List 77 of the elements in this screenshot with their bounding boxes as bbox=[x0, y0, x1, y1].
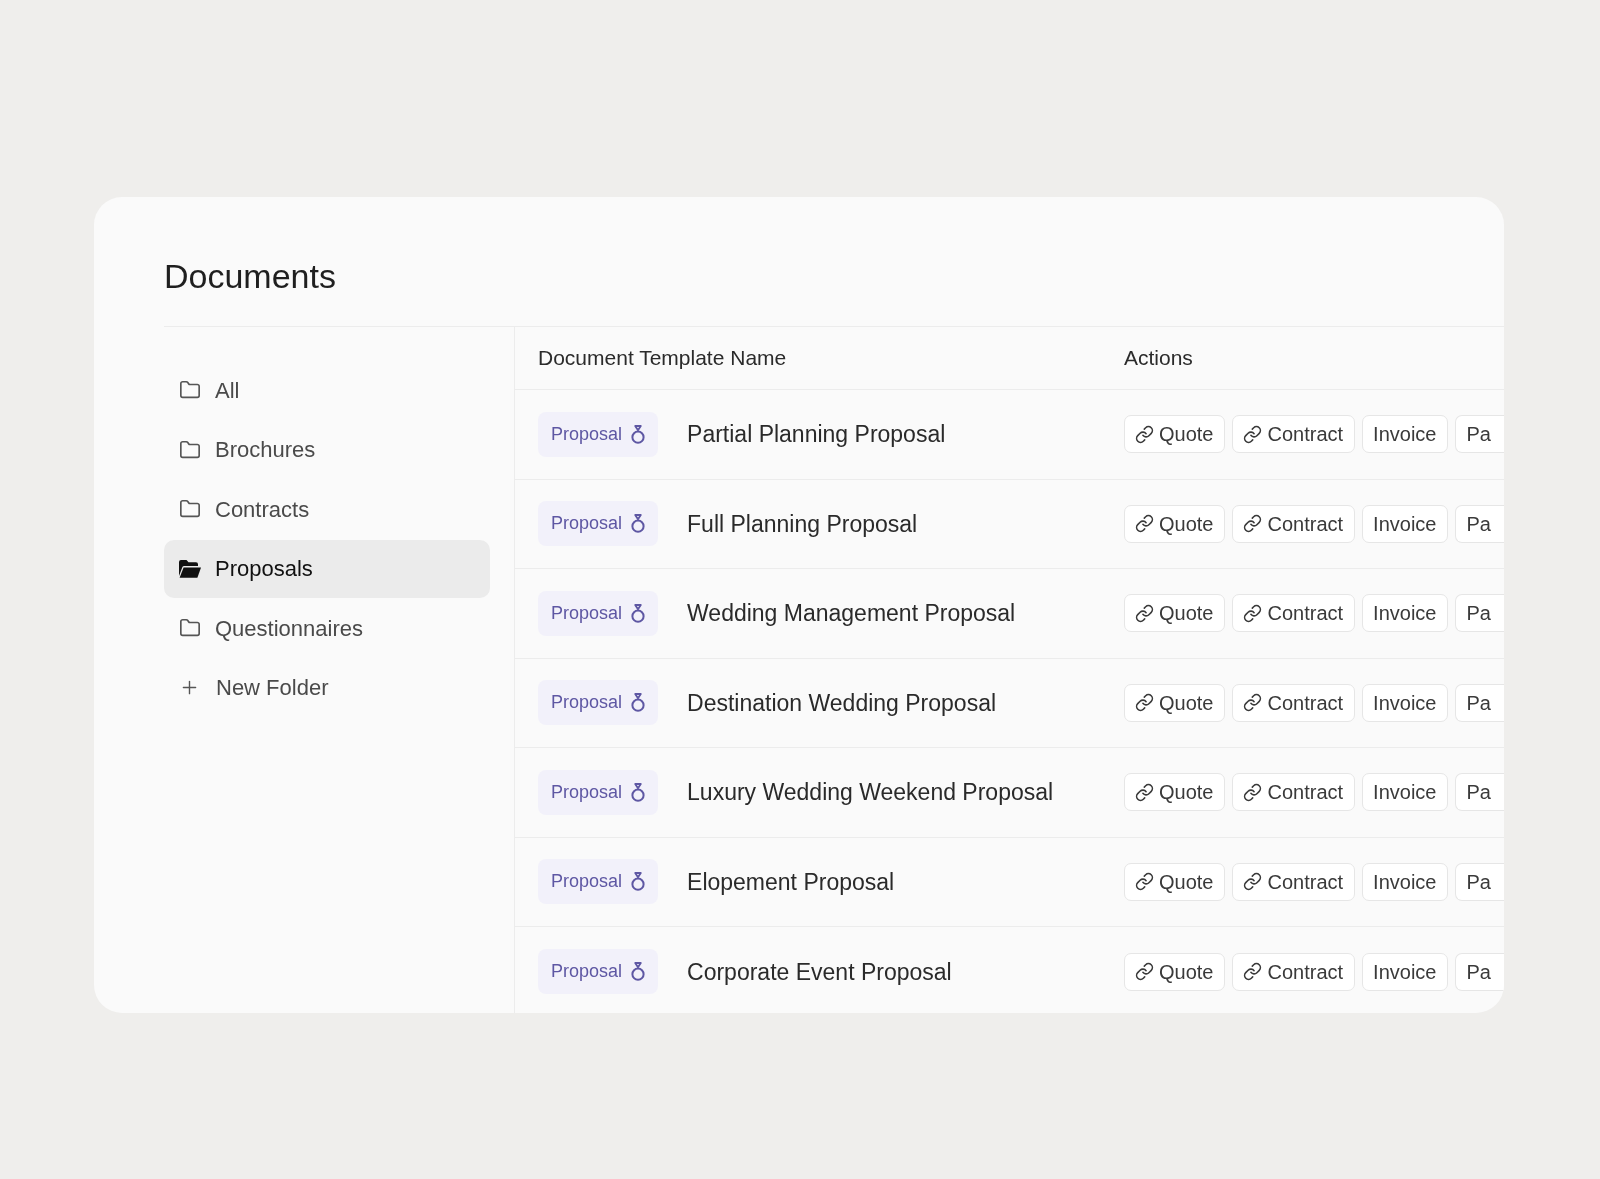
template-name: Corporate Event Proposal bbox=[687, 957, 952, 987]
folder-item[interactable]: Brochures bbox=[164, 420, 490, 479]
link-icon bbox=[1243, 514, 1263, 534]
action-button[interactable]: Contract bbox=[1232, 594, 1356, 633]
ring-icon bbox=[631, 424, 646, 444]
tag-label: Proposal bbox=[551, 691, 623, 715]
action-button[interactable]: Contract bbox=[1232, 862, 1356, 901]
action-button[interactable]: Pa bbox=[1455, 952, 1504, 991]
ring-icon bbox=[631, 782, 646, 802]
template-name: Full Planning Proposal bbox=[687, 509, 918, 539]
link-icon bbox=[1135, 872, 1154, 892]
folder-item[interactable]: Questionnaires bbox=[164, 599, 490, 657]
action-button[interactable]: Contract bbox=[1232, 773, 1356, 812]
link-icon bbox=[1243, 782, 1263, 802]
action-button[interactable]: Contract bbox=[1232, 415, 1356, 454]
link-icon bbox=[1135, 962, 1154, 982]
link-icon bbox=[1243, 693, 1263, 713]
action-button[interactable]: Contract bbox=[1232, 683, 1356, 722]
action-button[interactable]: Invoice bbox=[1362, 862, 1449, 901]
action-button[interactable]: Quote bbox=[1124, 504, 1226, 543]
template-name: Destination Wedding Proposal bbox=[687, 688, 997, 718]
action-button[interactable]: Quote bbox=[1124, 862, 1226, 901]
action-button[interactable]: Invoice bbox=[1362, 504, 1449, 543]
template-name: Wedding Management Proposal bbox=[687, 599, 1016, 628]
folder-icon bbox=[179, 438, 201, 461]
action-button[interactable]: Pa bbox=[1455, 415, 1504, 454]
ring-icon bbox=[631, 962, 646, 982]
action-button[interactable]: Quote bbox=[1124, 773, 1226, 812]
link-icon bbox=[1135, 514, 1154, 534]
action-button[interactable]: Contract bbox=[1232, 952, 1356, 991]
column-header: Document Template Name bbox=[538, 346, 787, 370]
link-icon bbox=[1243, 872, 1263, 892]
link-icon bbox=[1243, 424, 1263, 444]
action-button[interactable]: Contract bbox=[1232, 504, 1356, 543]
ring-icon bbox=[631, 693, 646, 713]
action-button[interactable]: Invoice bbox=[1362, 415, 1449, 454]
action-button[interactable]: Quote bbox=[1124, 683, 1226, 722]
action-button[interactable]: Quote bbox=[1124, 952, 1226, 991]
link-icon bbox=[1135, 693, 1154, 713]
tag-label: Proposal bbox=[551, 512, 623, 536]
folder-item[interactable]: Contracts bbox=[164, 480, 490, 538]
template-name: Elopement Proposal bbox=[687, 867, 895, 897]
template-name: Partial Planning Proposal bbox=[687, 420, 946, 449]
link-icon bbox=[1135, 424, 1154, 444]
link-icon bbox=[1243, 603, 1263, 623]
action-button[interactable]: Invoice bbox=[1362, 594, 1449, 633]
new-folder-button[interactable]: New Folder bbox=[164, 658, 490, 717]
ring-icon bbox=[631, 603, 646, 623]
action-button[interactable]: Quote bbox=[1124, 594, 1226, 633]
tag-label: Proposal bbox=[551, 960, 623, 984]
action-button[interactable]: Pa bbox=[1455, 773, 1504, 812]
action-button[interactable]: Pa bbox=[1455, 504, 1504, 543]
action-button[interactable]: Pa bbox=[1455, 862, 1504, 901]
action-button[interactable]: Invoice bbox=[1362, 952, 1449, 991]
template-name: Luxury Wedding Weekend Proposal bbox=[687, 778, 1054, 807]
ring-icon bbox=[631, 872, 646, 892]
action-button[interactable]: Pa bbox=[1455, 683, 1504, 722]
tag-label: Proposal bbox=[551, 870, 623, 894]
tag-label: Proposal bbox=[551, 780, 623, 804]
action-button[interactable]: Quote bbox=[1124, 415, 1226, 454]
page-title: Documents bbox=[164, 256, 337, 296]
folder-item[interactable]: All bbox=[164, 361, 490, 419]
link-icon bbox=[1135, 603, 1154, 623]
folder-icon bbox=[179, 379, 201, 401]
action-button[interactable]: Invoice bbox=[1362, 683, 1449, 722]
ring-icon bbox=[631, 514, 646, 534]
link-icon bbox=[1243, 962, 1263, 982]
tag-label: Proposal bbox=[551, 601, 623, 625]
folder-icon bbox=[179, 617, 201, 639]
open-folder-icon bbox=[178, 558, 202, 579]
tag-label: Proposal bbox=[551, 422, 623, 446]
column-header: Actions bbox=[1124, 346, 1193, 370]
folder-item[interactable]: Proposals bbox=[164, 539, 490, 598]
action-button[interactable]: Pa bbox=[1455, 594, 1504, 633]
folder-icon bbox=[179, 498, 201, 520]
action-button[interactable]: Invoice bbox=[1362, 773, 1449, 812]
link-icon bbox=[1135, 782, 1154, 802]
